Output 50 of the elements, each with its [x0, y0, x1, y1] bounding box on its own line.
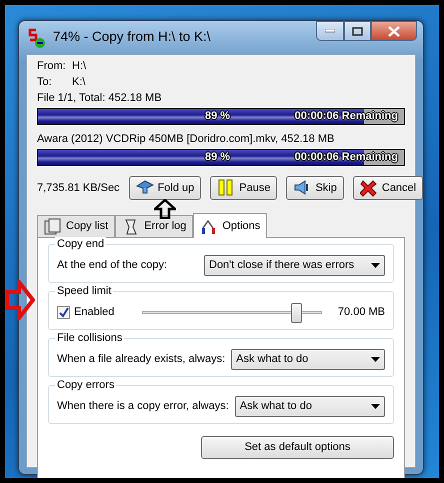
- field-label: When a file already exists, always:: [57, 352, 226, 367]
- maximize-button[interactable]: [344, 21, 371, 41]
- slider-thumb[interactable]: [290, 302, 302, 323]
- default-options-button[interactable]: Set as default options: [201, 436, 394, 458]
- close-button[interactable]: [371, 21, 417, 41]
- group-title: Copy errors: [55, 378, 116, 392]
- field-label: At the end of the copy:: [57, 258, 168, 274]
- remaining-time: 00:00:06 Remaining: [294, 109, 398, 124]
- chart-icon: [200, 218, 218, 234]
- checkbox[interactable]: [57, 306, 70, 319]
- dropdown-arrow-icon: [371, 404, 380, 408]
- group-title: File collisions: [55, 330, 124, 344]
- checkbox-label: Enabled: [74, 305, 114, 320]
- tab[interactable]: Error log: [115, 215, 194, 237]
- progress-caption: File 1/1, Total: 452.18 MB: [37, 91, 163, 106]
- minimize-button[interactable]: [316, 21, 344, 41]
- from-value: H:\: [72, 59, 86, 74]
- progress-caption: Awara (2012) VCDRip 450MB [Doridro.com].mkv, 452.18 MB: [37, 132, 336, 147]
- pages-icon: [44, 218, 61, 235]
- skip-button[interactable]: Skip: [286, 176, 344, 200]
- to-value: K:\: [72, 75, 86, 90]
- window-title: 74% - Copy from H:\ to K:\: [53, 28, 212, 46]
- pause-button[interactable]: Pause: [210, 176, 278, 200]
- group-title: Speed limit: [55, 284, 114, 298]
- remaining-time: 00:00:06 Remaining: [294, 150, 398, 165]
- annotation-arrow: [5, 280, 35, 320]
- dropdown-arrow-icon: [371, 356, 380, 362]
- cancel-icon: [360, 179, 378, 197]
- annotation-arrow: [154, 199, 176, 219]
- field-label: When there is a copy error, always:: [57, 398, 229, 414]
- maximize-icon: [352, 26, 363, 36]
- dropdown[interactable]: Don't close if there was errors: [204, 255, 385, 276]
- progress-percent: 89 %: [205, 109, 230, 124]
- tab[interactable]: Options: [193, 213, 268, 238]
- pause-icon: [217, 179, 236, 197]
- dropdown-arrow-icon: [371, 263, 380, 268]
- app-icon: [27, 28, 47, 48]
- progress-percent: 89 %: [205, 150, 230, 165]
- group-title: Copy end: [55, 237, 106, 251]
- dropdown[interactable]: Ask what to do: [231, 348, 385, 370]
- from-label: From:: [37, 59, 67, 74]
- close-icon: [388, 26, 400, 36]
- speed-text: 7,735.81 KB/Sec: [37, 180, 120, 196]
- to-label: To:: [37, 75, 53, 90]
- tab[interactable]: Copy list: [37, 215, 116, 237]
- foldup-button[interactable]: Fold up: [128, 176, 202, 200]
- minimize-icon: [325, 29, 335, 33]
- speed-limit-reading: 70.00 MB: [338, 305, 385, 320]
- cancel-button[interactable]: Cancel: [352, 176, 424, 200]
- dropdown[interactable]: Ask what to do: [234, 396, 385, 416]
